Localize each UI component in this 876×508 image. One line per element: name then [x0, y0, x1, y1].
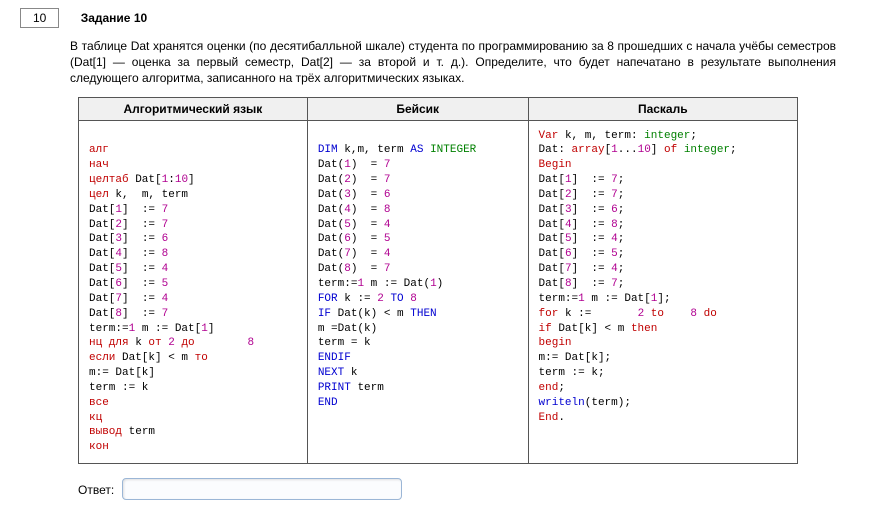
- column-header-basic: Бейсик: [307, 97, 528, 120]
- task-header: 10 Задание 10: [20, 8, 856, 28]
- column-header-alg: Алгоритмический язык: [79, 97, 308, 120]
- answer-input[interactable]: [122, 478, 402, 500]
- code-cell-alg: алг нач целтаб Dat[1:10] цел k, m, term …: [79, 120, 308, 464]
- code-cell-basic: DIM k,m, term AS INTEGER Dat(1) = 7 Dat(…: [307, 120, 528, 464]
- code-cell-pascal: Var k, m, term: integer; Dat: array[1...…: [528, 120, 797, 464]
- task-description: В таблице Dat хранятся оценки (по десяти…: [20, 34, 856, 97]
- task-number-box: 10: [20, 8, 59, 28]
- answer-label: Ответ:: [78, 483, 114, 497]
- task-title: Задание 10: [81, 11, 147, 25]
- column-header-pascal: Паскаль: [528, 97, 797, 120]
- code-comparison-table: Алгоритмический язык Бейсик Паскаль алг …: [78, 97, 798, 465]
- answer-row: Ответ:: [20, 478, 856, 500]
